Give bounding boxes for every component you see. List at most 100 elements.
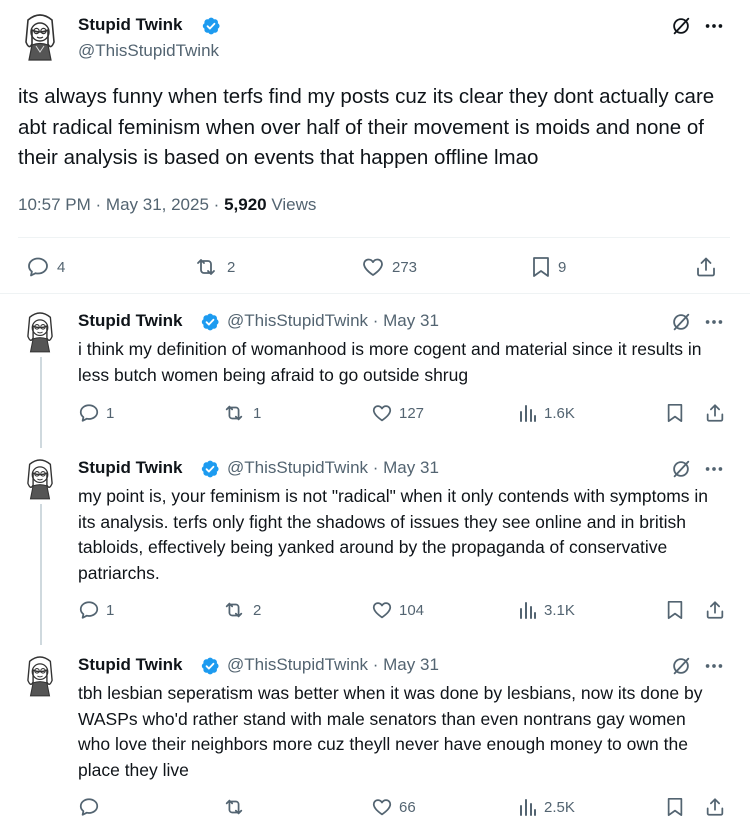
author-name[interactable]: Stupid Twink (78, 15, 183, 35)
bookmark-button[interactable] (665, 599, 685, 621)
more-options-icon[interactable] (703, 656, 725, 676)
bookmark-icon (533, 257, 549, 277)
repost-count: 2 (227, 258, 236, 276)
views-button[interactable]: 3.1K (518, 599, 575, 621)
repost-button[interactable]: 2 (221, 599, 261, 621)
reply-icon (79, 404, 99, 422)
heart-icon (363, 258, 383, 276)
repost-icon (197, 259, 215, 275)
views-count: 5,920 (224, 195, 267, 214)
avatar[interactable] (21, 456, 59, 502)
reply-text: my point is, your feminism is not "radic… (78, 486, 709, 583)
heart-icon (372, 799, 392, 816)
views-count: 2.5K (544, 798, 575, 816)
avatar-drawing (25, 14, 55, 61)
author-handle[interactable]: @ThisStupidTwink (78, 41, 219, 61)
reply-author-handle: @ThisStupidTwink · May 31 (227, 655, 439, 674)
reply-icon (28, 257, 48, 277)
bookmark-icon (667, 403, 683, 423)
share-icon (706, 798, 724, 816)
reply-author-name[interactable]: Stupid Twink (78, 655, 183, 675)
reply-button[interactable]: 1 (78, 402, 114, 424)
divider (18, 237, 730, 238)
more-options-icon[interactable] (703, 312, 725, 332)
reply-date[interactable]: · May 31 (373, 655, 439, 674)
grok-icon[interactable] (670, 311, 692, 333)
share-button[interactable] (694, 255, 718, 279)
like-button[interactable]: 104 (371, 599, 424, 621)
repost-button[interactable]: 2 (191, 255, 235, 279)
more-options-icon[interactable] (703, 459, 725, 479)
reply-icon (79, 798, 99, 816)
bookmark-button[interactable]: 9 (530, 255, 566, 279)
reply-author-name[interactable]: Stupid Twink (78, 311, 183, 331)
post-time[interactable]: 10:57 PM (18, 195, 91, 214)
views-button[interactable]: 2.5K (518, 796, 575, 818)
thread-line (40, 504, 42, 645)
avatar[interactable] (21, 309, 59, 355)
grok-icon[interactable] (670, 655, 692, 677)
divider (0, 293, 750, 294)
reply-date[interactable]: · May 31 (373, 458, 439, 477)
repost-count: 2 (253, 601, 262, 619)
reply-count: 1 (106, 404, 115, 422)
reply-author-name[interactable]: Stupid Twink (78, 458, 183, 478)
bookmark-button[interactable] (665, 796, 685, 818)
verified-badge-icon (202, 17, 220, 35)
repost-count: 1 (253, 404, 262, 422)
repost-icon (225, 602, 243, 618)
repost-icon (225, 799, 243, 815)
share-button[interactable] (704, 599, 726, 621)
reply-icon (79, 601, 99, 619)
like-count: 127 (399, 404, 425, 422)
verified-badge-icon (201, 460, 219, 478)
grok-icon[interactable] (670, 458, 692, 480)
views-count: 1.6K (544, 404, 575, 422)
reply-button[interactable] (78, 796, 106, 818)
reply-button[interactable]: 4 (25, 255, 65, 279)
reply-author-handle: @ThisStupidTwink · May 31 (227, 311, 439, 330)
like-count: 104 (399, 601, 425, 619)
reply-text: tbh lesbian seperatism was better when i… (78, 683, 703, 780)
share-icon (697, 257, 715, 277)
analytics-icon (520, 602, 536, 619)
verified-badge-icon (201, 313, 219, 331)
like-button[interactable]: 66 (371, 796, 416, 818)
views-button[interactable]: 1.6K (518, 402, 575, 424)
share-icon (706, 601, 724, 619)
bookmark-icon (667, 600, 683, 620)
like-count: 66 (399, 798, 416, 816)
heart-icon (372, 602, 392, 619)
reply-count: 4 (57, 258, 66, 276)
grok-icon[interactable] (670, 15, 692, 37)
reply-button[interactable]: 1 (78, 599, 114, 621)
reply-date[interactable]: · May 31 (373, 311, 439, 330)
analytics-icon (520, 799, 536, 816)
avatar[interactable] (18, 12, 62, 62)
reply-author-handle: @ThisStupidTwink · May 31 (227, 458, 439, 477)
post-date[interactable]: May 31, 2025 (106, 195, 209, 214)
verified-badge-icon (201, 657, 219, 675)
repost-button[interactable] (221, 796, 253, 818)
like-button[interactable]: 127 (371, 402, 424, 424)
views-label: Views (271, 195, 317, 214)
reply-text: i think my definition of womanhood is mo… (78, 339, 702, 385)
repost-icon (225, 405, 243, 421)
repost-button[interactable]: 1 (221, 402, 261, 424)
share-button[interactable] (704, 796, 726, 818)
bookmark-button[interactable] (665, 402, 685, 424)
more-options-icon[interactable] (703, 16, 725, 36)
heart-icon (372, 405, 392, 422)
post-meta: 10:57 PM · May 31, 2025 · 5,920 Views (18, 195, 317, 214)
share-icon (706, 404, 724, 422)
bookmark-count: 9 (558, 258, 567, 276)
reply-count: 1 (106, 601, 115, 619)
like-count: 273 (392, 258, 418, 276)
views-count: 3.1K (544, 601, 575, 619)
like-button[interactable]: 273 (360, 255, 417, 279)
post-text: its always funny when terfs find my post… (18, 85, 715, 169)
thread-line (40, 357, 42, 448)
bookmark-icon (667, 797, 683, 817)
avatar[interactable] (21, 653, 59, 699)
share-button[interactable] (704, 402, 726, 424)
